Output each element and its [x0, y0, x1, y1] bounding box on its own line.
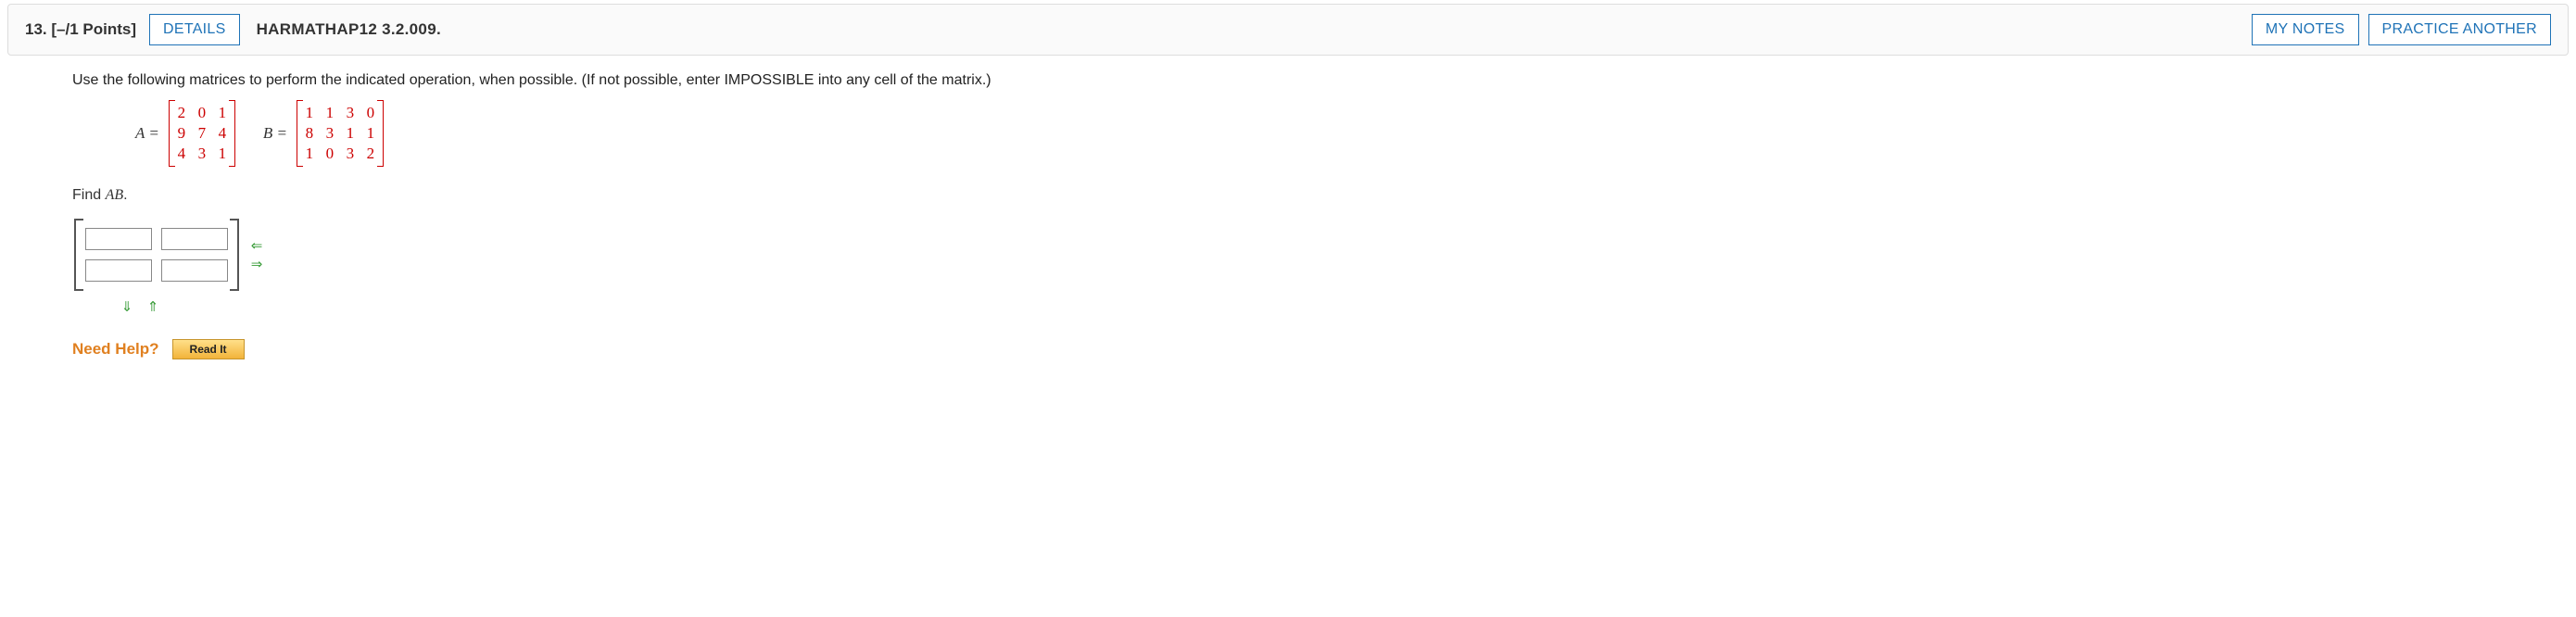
matrix-cell: 1	[217, 145, 228, 163]
need-help-row: Need Help? Read It	[72, 339, 1205, 359]
read-it-button[interactable]: Read It	[172, 339, 245, 359]
add-row-arrow-icon[interactable]: ⇓	[117, 300, 137, 313]
answer-cell-input[interactable]	[85, 228, 152, 250]
matrix-cell: 3	[345, 145, 356, 163]
answer-row: ⇐ ⇒	[74, 219, 1205, 291]
need-help-label: Need Help?	[72, 340, 159, 359]
answer-cell-input[interactable]	[161, 228, 228, 250]
matrix-cell: 2	[176, 104, 187, 122]
matrix-cell: 1	[217, 104, 228, 122]
matrix-b-label: B =	[263, 124, 287, 143]
matrix-cell: 1	[304, 104, 315, 122]
find-prefix: Find	[72, 187, 106, 203]
col-arrows: ⇐ ⇒	[246, 239, 267, 271]
matrix-cell: 1	[324, 104, 335, 122]
matrix-a-brackets: 201974431	[169, 100, 235, 167]
question-number-value: 13.	[25, 20, 47, 38]
matrix-cell: 0	[365, 104, 376, 122]
find-expr: AB	[106, 187, 124, 203]
matrix-cell: 0	[196, 104, 208, 122]
matrix-cell: 3	[324, 124, 335, 143]
matrix-a-label: A =	[135, 124, 159, 143]
add-col-arrow-icon[interactable]: ⇒	[246, 258, 267, 271]
answer-grid	[85, 228, 228, 282]
find-suffix: .	[123, 187, 127, 203]
matrix-b-eq: B = 113083111032	[263, 100, 384, 167]
answer-cell-input[interactable]	[161, 259, 228, 282]
question-points: [–/1 Points]	[51, 20, 136, 38]
matrix-cell: 1	[365, 124, 376, 143]
find-prompt: Find AB.	[72, 187, 1205, 204]
matrices-row: A = 201974431 B = 113083111032	[135, 100, 1205, 167]
matrix-b-brackets: 113083111032	[297, 100, 384, 167]
instructions-text: Use the following matrices to perform th…	[72, 72, 1205, 89]
question-header: 13. [–/1 Points] DETAILS HARMATHAP12 3.2…	[7, 4, 2569, 56]
question-number: 13. [–/1 Points]	[25, 20, 136, 39]
assignment-id: HARMATHAP12 3.2.009.	[257, 20, 441, 39]
remove-col-arrow-icon[interactable]: ⇐	[246, 239, 267, 252]
matrix-cell: 8	[304, 124, 315, 143]
practice-another-button[interactable]: PRACTICE ANOTHER	[2368, 14, 2552, 45]
matrix-a-grid: 201974431	[176, 104, 228, 163]
matrix-cell: 9	[176, 124, 187, 143]
matrix-cell: 4	[217, 124, 228, 143]
question-content: Use the following matrices to perform th…	[0, 72, 1205, 378]
answer-cell-input[interactable]	[85, 259, 152, 282]
matrix-cell: 2	[365, 145, 376, 163]
matrix-cell: 0	[324, 145, 335, 163]
answer-brackets	[74, 219, 239, 291]
matrix-b-grid: 113083111032	[304, 104, 376, 163]
remove-row-arrow-icon[interactable]: ⇑	[143, 300, 163, 313]
matrix-cell: 1	[345, 124, 356, 143]
my-notes-button[interactable]: MY NOTES	[2252, 14, 2359, 45]
matrix-cell: 3	[196, 145, 208, 163]
matrix-cell: 3	[345, 104, 356, 122]
matrix-a-eq: A = 201974431	[135, 100, 235, 167]
matrix-cell: 4	[176, 145, 187, 163]
matrix-cell: 7	[196, 124, 208, 143]
row-arrows: ⇓ ⇑	[117, 300, 1205, 313]
details-button[interactable]: DETAILS	[149, 14, 240, 45]
matrix-cell: 1	[304, 145, 315, 163]
